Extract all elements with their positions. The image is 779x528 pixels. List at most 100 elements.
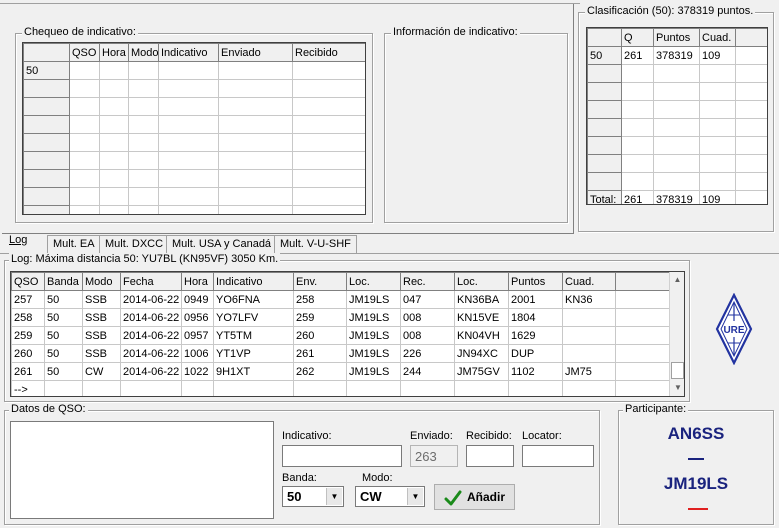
callsign-check-cell[interactable] <box>218 115 293 134</box>
classification-row[interactable] <box>587 100 767 119</box>
log-cell[interactable] <box>615 290 670 309</box>
chevron-down-icon[interactable]: ▼ <box>326 488 342 505</box>
classification-row[interactable] <box>587 82 767 101</box>
qso-notes-area[interactable] <box>10 421 274 519</box>
log-row[interactable]: 258 50 SSB 2014-06-22 0956 YO7LFV 259 JM19LS 008… <box>11 308 670 327</box>
classification-grid[interactable]: Q Puntos Cuad. 50 261 378319 109 Total: 261 37831… <box>586 27 768 205</box>
locator-input[interactable] <box>522 445 594 467</box>
classification-cell[interactable]: 378319 <box>653 46 700 65</box>
callsign-check-cell[interactable] <box>158 187 219 206</box>
log-cell[interactable]: 2014-06-22 <box>120 344 182 363</box>
classification-cell[interactable] <box>587 154 622 173</box>
callsign-check-cell[interactable] <box>218 169 293 188</box>
log-cell[interactable]: 047 <box>400 290 455 309</box>
callsign-check-cell[interactable] <box>218 79 293 98</box>
callsign-check-row[interactable] <box>23 115 365 134</box>
log-cell[interactable]: JM19LS <box>346 308 401 327</box>
classification-column-header[interactable]: Cuad. <box>699 28 736 47</box>
callsign-check-cell[interactable] <box>99 151 129 170</box>
classification-cell[interactable] <box>653 100 700 119</box>
callsign-check-cell[interactable] <box>128 151 159 170</box>
log-cell[interactable]: 1006 <box>181 344 214 363</box>
mode-select[interactable]: CW ▼ <box>355 486 425 507</box>
received-input[interactable] <box>466 445 514 467</box>
callsign-check-cell[interactable] <box>158 61 219 80</box>
log-cell[interactable]: SSB <box>82 290 121 309</box>
log-cell[interactable] <box>181 380 214 396</box>
log-cell[interactable] <box>213 380 294 396</box>
callsign-check-cell[interactable] <box>69 151 100 170</box>
callsign-check-cell[interactable] <box>158 151 219 170</box>
log-cell[interactable]: SSB <box>82 344 121 363</box>
log-cell[interactable]: YT1VP <box>213 344 294 363</box>
log-column-header[interactable]: Fecha <box>120 272 182 291</box>
classification-cell[interactable] <box>653 154 700 173</box>
log-cell[interactable] <box>293 380 347 396</box>
log-cell[interactable]: YO7LFV <box>213 308 294 327</box>
callsign-check-cell[interactable] <box>128 97 159 116</box>
band-select[interactable]: 50 ▼ <box>282 486 344 507</box>
callsign-check-cell[interactable] <box>99 97 129 116</box>
callsign-check-column-header[interactable]: Hora <box>99 43 129 62</box>
callsign-check-cell[interactable] <box>292 133 365 152</box>
log-column-header[interactable]: Banda <box>44 272 83 291</box>
classification-row[interactable] <box>587 172 767 191</box>
callsign-check-cell[interactable] <box>292 169 365 188</box>
classification-cell[interactable] <box>621 64 654 83</box>
log-cell[interactable]: DUP <box>508 344 563 363</box>
callsign-check-cell[interactable] <box>158 79 219 98</box>
callsign-check-row[interactable] <box>23 169 365 188</box>
log-cell[interactable]: 50 <box>44 344 83 363</box>
log-cell[interactable]: 50 <box>44 362 83 381</box>
classification-cell[interactable] <box>735 64 767 83</box>
log-cell[interactable] <box>615 326 670 345</box>
log-cell[interactable]: 1102 <box>508 362 563 381</box>
callsign-check-cell[interactable] <box>23 187 70 206</box>
callsign-check-cell[interactable] <box>128 115 159 134</box>
log-cell[interactable] <box>615 380 670 396</box>
log-cell[interactable]: JM19LS <box>346 290 401 309</box>
callsign-check-cell[interactable] <box>218 187 293 206</box>
classification-row[interactable]: Total: 261 378319 109 <box>587 190 767 204</box>
callsign-check-cell[interactable] <box>23 151 70 170</box>
log-scrollbar[interactable]: ▲ ▼ <box>669 272 684 396</box>
log-cell[interactable]: 2014-06-22 <box>120 362 182 381</box>
log-cell[interactable]: JM75 <box>562 362 616 381</box>
callsign-check-cell[interactable] <box>292 205 365 214</box>
scroll-up-icon[interactable]: ▲ <box>670 272 684 288</box>
classification-cell[interactable]: 109 <box>699 190 736 204</box>
log-cell[interactable]: 1022 <box>181 362 214 381</box>
log-column-header[interactable]: Loc. <box>346 272 401 291</box>
log-cell[interactable] <box>120 380 182 396</box>
classification-cell[interactable] <box>653 136 700 155</box>
classification-cell[interactable] <box>587 136 622 155</box>
classification-row[interactable] <box>587 154 767 173</box>
callsign-check-cell[interactable] <box>23 79 70 98</box>
classification-cell[interactable] <box>699 64 736 83</box>
callsign-check-cell[interactable] <box>69 79 100 98</box>
callsign-check-cell[interactable] <box>69 169 100 188</box>
callsign-check-cell[interactable] <box>128 187 159 206</box>
callsign-check-cell[interactable] <box>292 115 365 134</box>
classification-column-header[interactable] <box>587 28 622 47</box>
callsign-check-cell[interactable] <box>69 205 100 214</box>
classification-cell[interactable] <box>735 118 767 137</box>
callsign-check-cell[interactable] <box>99 133 129 152</box>
classification-cell[interactable] <box>699 154 736 173</box>
classification-cell[interactable] <box>621 100 654 119</box>
callsign-check-cell[interactable] <box>69 97 100 116</box>
log-cell[interactable]: 2014-06-22 <box>120 308 182 327</box>
tab-log[interactable]: Log <box>9 234 27 246</box>
log-cell[interactable]: 9H1XT <box>213 362 294 381</box>
log-cell[interactable] <box>615 308 670 327</box>
callsign-input[interactable] <box>282 445 402 467</box>
log-cell[interactable] <box>562 308 616 327</box>
classification-cell[interactable]: 261 <box>621 46 654 65</box>
log-cell[interactable]: JM75GV <box>454 362 509 381</box>
callsign-check-cell[interactable] <box>292 97 365 116</box>
callsign-check-column-header[interactable] <box>23 43 70 62</box>
log-row[interactable]: 257 50 SSB 2014-06-22 0949 YO6FNA 258 JM19LS 047… <box>11 290 670 309</box>
callsign-check-cell[interactable] <box>218 205 293 214</box>
log-cell[interactable]: 261 <box>293 344 347 363</box>
callsign-check-cell[interactable] <box>23 205 70 214</box>
